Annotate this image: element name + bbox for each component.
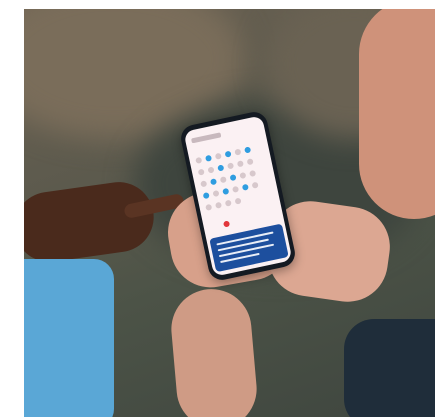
calendar-day-highlighted bbox=[229, 174, 237, 182]
photo bbox=[24, 9, 435, 417]
calendar-day bbox=[249, 169, 257, 178]
calendar-header bbox=[191, 132, 222, 144]
calendar-day bbox=[219, 176, 227, 184]
right-shoulder bbox=[344, 319, 435, 417]
left-hand bbox=[24, 177, 159, 267]
calendar-day bbox=[195, 156, 203, 164]
calendar-day bbox=[214, 152, 222, 160]
calendar-day-highlighted bbox=[209, 178, 218, 186]
calendar-day bbox=[234, 197, 242, 205]
calendar-day-today bbox=[223, 220, 231, 228]
right-face bbox=[359, 9, 435, 219]
calendar-grid bbox=[195, 144, 274, 219]
calendar-day bbox=[224, 199, 232, 207]
calendar-day bbox=[246, 158, 254, 166]
calendar-day-highlighted bbox=[244, 146, 252, 154]
calendar-day-highlighted bbox=[222, 187, 230, 195]
calendar-day bbox=[227, 162, 235, 170]
calendar-day-highlighted bbox=[217, 164, 225, 172]
calendar-day-highlighted bbox=[204, 154, 213, 162]
calendar-day-highlighted bbox=[241, 183, 249, 191]
calendar-day-highlighted bbox=[202, 192, 210, 200]
calendar-day bbox=[251, 181, 259, 189]
calendar-day bbox=[234, 148, 242, 156]
calendar-day bbox=[207, 166, 215, 174]
calendar-day bbox=[214, 201, 223, 209]
calendar-day bbox=[212, 189, 220, 198]
calendar-day bbox=[239, 171, 247, 180]
calendar-day bbox=[205, 203, 213, 211]
left-sleeve bbox=[24, 259, 114, 417]
calendar-day bbox=[200, 180, 208, 188]
calendar-day bbox=[232, 185, 240, 193]
right-wrist bbox=[168, 285, 260, 417]
calendar-day bbox=[236, 160, 244, 168]
calendar-day-highlighted bbox=[224, 150, 232, 158]
info-banner bbox=[209, 223, 289, 273]
calendar-day bbox=[197, 168, 205, 176]
